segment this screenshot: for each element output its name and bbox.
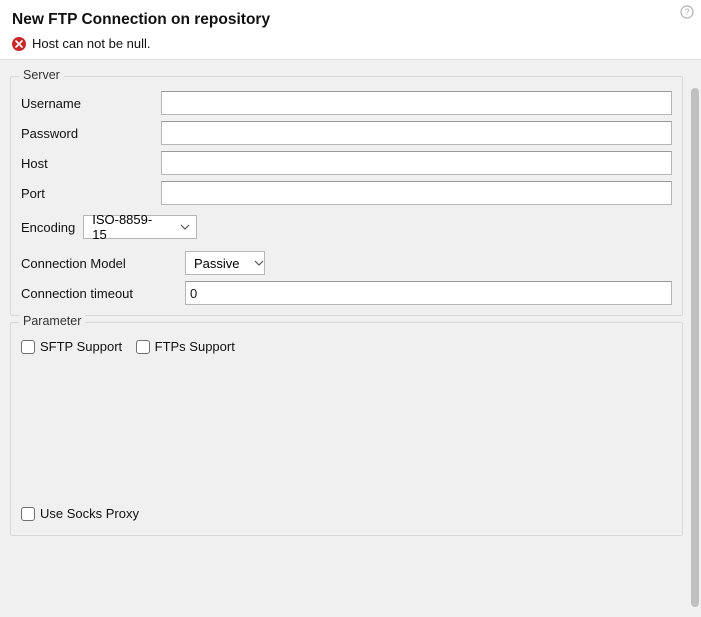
connection-model-select-value: Passive	[194, 256, 240, 271]
checkbox-box-icon	[21, 340, 35, 354]
group-server: Server Username Password Host Port	[10, 76, 683, 316]
label-connection-timeout: Connection timeout	[21, 286, 179, 301]
group-parameter-legend: Parameter	[19, 314, 85, 328]
encoding-select-value: ISO-8859-15	[92, 212, 166, 242]
validation-error: Host can not be null.	[12, 36, 689, 51]
label-port: Port	[21, 186, 161, 201]
row-port: Port	[21, 181, 672, 205]
svg-text:?: ?	[684, 7, 689, 17]
row-connection-timeout: Connection timeout	[21, 281, 672, 305]
row-password: Password	[21, 121, 672, 145]
checkbox-box-icon	[21, 507, 35, 521]
checkbox-box-icon	[136, 340, 150, 354]
label-encoding: Encoding	[21, 220, 75, 235]
row-username: Username	[21, 91, 672, 115]
help-icon[interactable]: ?	[679, 4, 695, 20]
chevron-down-icon	[254, 260, 264, 266]
row-host: Host	[21, 151, 672, 175]
label-host: Host	[21, 156, 161, 171]
connection-timeout-field[interactable]	[185, 281, 672, 305]
use-socks-proxy-checkbox[interactable]: Use Socks Proxy	[21, 506, 139, 521]
sftp-support-checkbox[interactable]: SFTP Support	[21, 339, 122, 354]
row-encoding: Encoding ISO-8859-15	[21, 215, 672, 239]
username-field[interactable]	[161, 91, 672, 115]
scrollbar[interactable]	[691, 88, 699, 607]
dialog-title: New FTP Connection on repository	[12, 10, 689, 30]
encoding-select[interactable]: ISO-8859-15	[83, 215, 197, 239]
form-scroll: Server Username Password Host Port	[0, 60, 701, 617]
group-parameter: Parameter SFTP Support FTPs Support Use …	[10, 322, 683, 536]
password-field[interactable]	[161, 121, 672, 145]
label-connection-model: Connection Model	[21, 256, 179, 271]
chevron-down-icon	[180, 224, 190, 230]
label-password: Password	[21, 126, 161, 141]
validation-error-text: Host can not be null.	[32, 36, 151, 51]
row-connection-model: Connection Model Passive	[21, 251, 672, 275]
dialog-header: ? New FTP Connection on repository Host …	[0, 0, 701, 60]
form-area: Server Username Password Host Port	[0, 60, 701, 617]
connection-model-select[interactable]: Passive	[185, 251, 265, 275]
port-field[interactable]	[161, 181, 672, 205]
error-icon	[12, 37, 26, 51]
label-username: Username	[21, 96, 161, 111]
ftps-support-checkbox[interactable]: FTPs Support	[136, 339, 235, 354]
sftp-support-label: SFTP Support	[40, 339, 122, 354]
group-server-legend: Server	[19, 68, 64, 82]
host-field[interactable]	[161, 151, 672, 175]
use-socks-proxy-label: Use Socks Proxy	[40, 506, 139, 521]
ftps-support-label: FTPs Support	[155, 339, 235, 354]
